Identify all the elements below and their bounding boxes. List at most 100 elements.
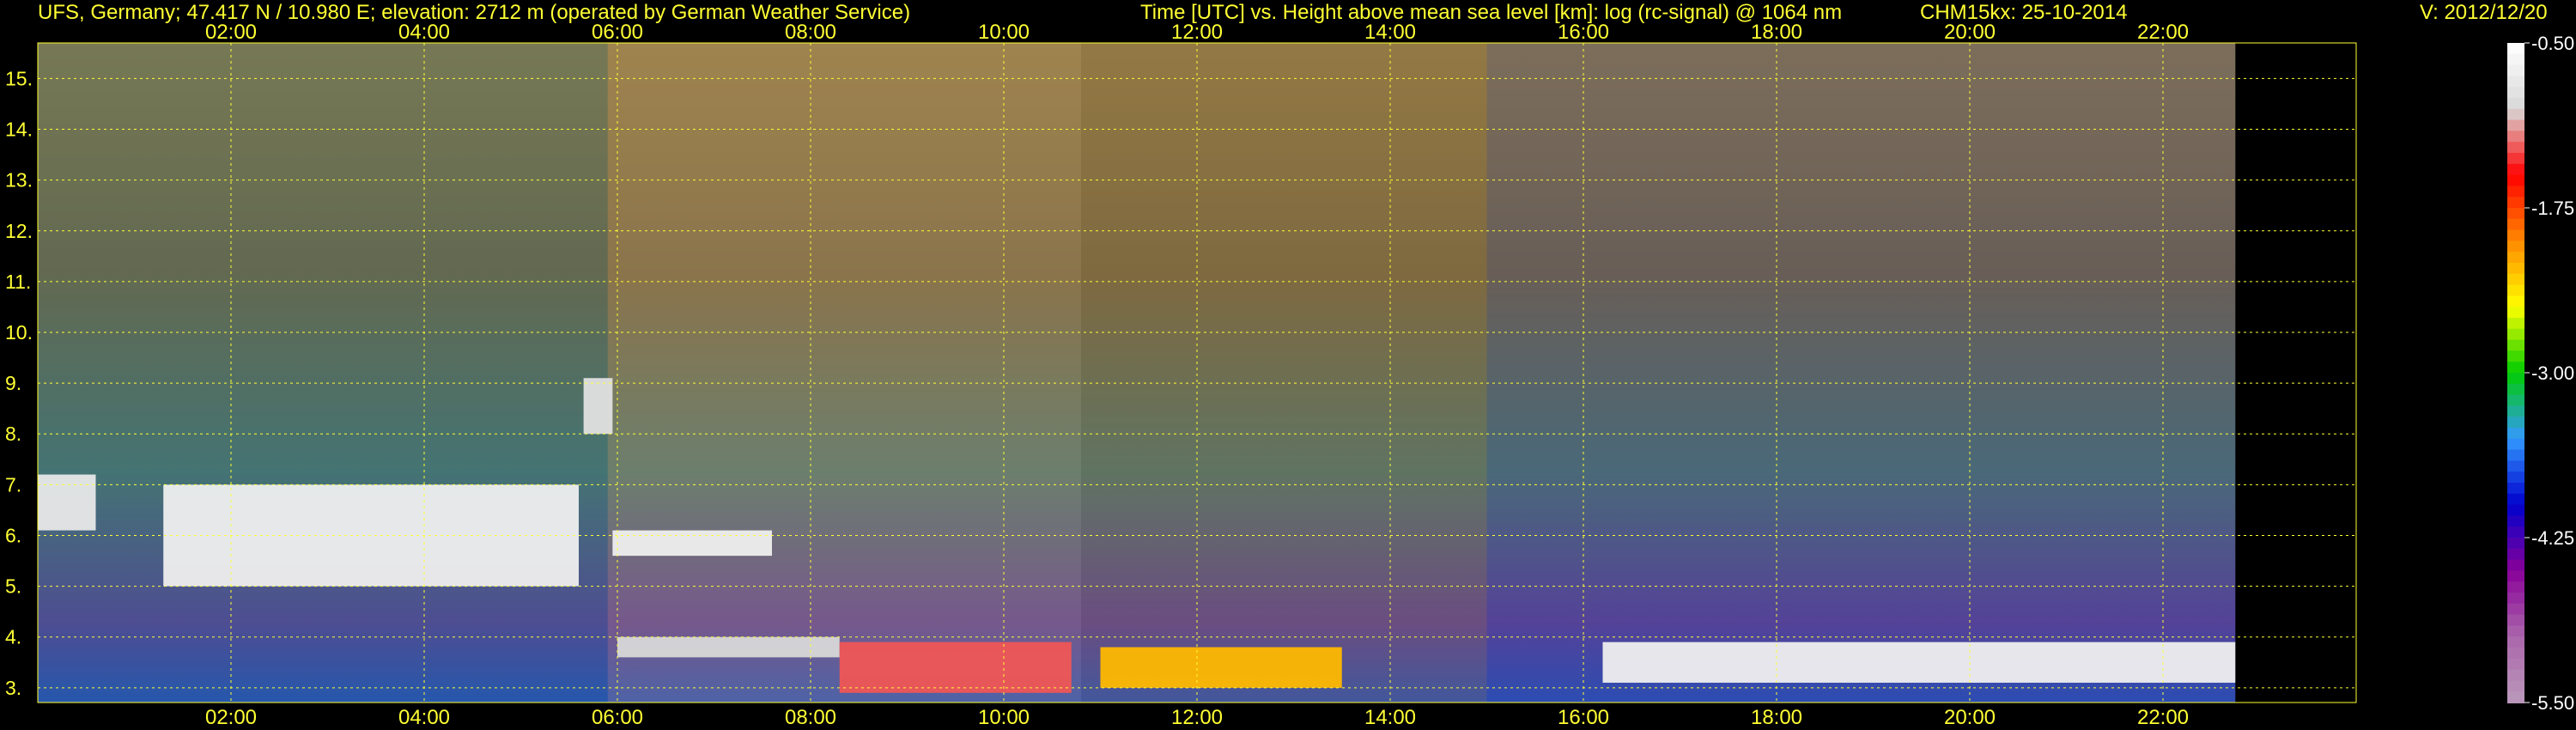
y-tick-label: 3.	[5, 677, 21, 699]
x-tick-label-bottom: 20:00	[1944, 706, 1996, 729]
colorbar-swatch	[2507, 603, 2524, 616]
colorbar-swatch	[2507, 76, 2524, 88]
x-tick-label-bottom: 04:00	[398, 706, 450, 729]
x-tick-label-top: 02:00	[205, 21, 257, 44]
colorbar-swatch	[2507, 460, 2524, 473]
colorbar-label: -3.00	[2531, 362, 2574, 384]
colorbar-swatch	[2507, 483, 2524, 495]
colorbar-swatch	[2507, 373, 2524, 385]
y-tick-label: 5.	[5, 575, 21, 598]
colorbar-swatch	[2507, 493, 2524, 506]
y-tick-label: 6.	[5, 524, 21, 546]
colorbar-swatch	[2507, 163, 2524, 176]
y-tick-label: 15.	[5, 67, 33, 89]
colorbar-swatch	[2507, 295, 2524, 308]
feature-boundary-layer-top	[1602, 642, 2236, 683]
colorbar-swatch	[2507, 208, 2524, 220]
colorbar-swatch	[2507, 87, 2524, 99]
colorbar-swatch	[2507, 328, 2524, 341]
y-tick-label: 7.	[5, 473, 21, 496]
colorbar-swatch	[2507, 581, 2524, 593]
colorbar-swatch	[2507, 658, 2524, 671]
colorbar-swatch	[2507, 504, 2524, 517]
colorbar-swatch	[2507, 515, 2524, 528]
colorbar-swatch	[2507, 252, 2524, 264]
signal-tint	[1081, 43, 1487, 703]
colorbar-swatch	[2507, 64, 2524, 77]
signal-tint	[1486, 43, 2236, 703]
y-tick-label: 11.	[5, 271, 31, 293]
colorbar-label: -5.50	[2531, 692, 2574, 714]
x-tick-label-bottom: 16:00	[1558, 706, 1609, 729]
x-tick-label-top: 08:00	[785, 21, 836, 44]
y-tick-label: 4.	[5, 626, 21, 648]
colorbar-swatch	[2507, 636, 2524, 648]
feature-cloud-layer	[38, 474, 96, 531]
colorbar-swatch	[2507, 362, 2524, 374]
colorbar-label: -4.25	[2531, 527, 2574, 549]
colorbar-swatch	[2507, 307, 2524, 319]
feature-cloud-patch	[583, 378, 613, 435]
colorbar-swatch	[2507, 218, 2524, 231]
colorbar-swatch	[2507, 119, 2524, 132]
colorbar-swatch	[2507, 417, 2524, 429]
chart-title: Time [UTC] vs. Height above mean sea lev…	[1140, 1, 1842, 24]
x-tick-label-top: 16:00	[1558, 21, 1609, 44]
x-tick-label-bottom: 22:00	[2137, 706, 2189, 729]
colorbar-swatch	[2507, 548, 2524, 561]
colorbar-swatch	[2507, 186, 2524, 198]
x-tick-label-top: 14:00	[1364, 21, 1416, 44]
x-tick-label-top: 12:00	[1171, 21, 1223, 44]
colorbar-swatch	[2507, 559, 2524, 572]
colorbar-swatch	[2507, 43, 2524, 55]
colorbar-swatch	[2507, 471, 2524, 484]
colorbar-swatch	[2507, 526, 2524, 538]
colorbar-swatch	[2507, 153, 2524, 165]
feature-boundary-layer-convection	[1100, 647, 1342, 688]
colorbar-swatch	[2507, 669, 2524, 682]
colorbar-swatch	[2507, 449, 2524, 462]
version-label: V: 2012/12/20	[2420, 1, 2548, 24]
y-tick-label: 13.	[5, 169, 33, 192]
colorbar-swatch	[2507, 648, 2524, 660]
colorbar-swatch	[2507, 570, 2524, 583]
colorbar-swatch	[2507, 350, 2524, 363]
station-info: UFS, Germany; 47.417 N / 10.980 E; eleva…	[38, 1, 910, 24]
colorbar-swatch	[2507, 108, 2524, 121]
colorbar-swatch	[2507, 273, 2524, 286]
x-tick-label-bottom: 12:00	[1171, 706, 1223, 729]
feature-boundary-layer-convection	[839, 642, 1072, 693]
x-tick-label-bottom: 18:00	[1751, 706, 1802, 729]
y-tick-label: 12.	[5, 220, 33, 242]
x-tick-label-top: 18:00	[1751, 21, 1802, 44]
ceilometer-chart: UFS, Germany; 47.417 N / 10.980 E; eleva…	[0, 0, 2576, 730]
colorbar-swatch	[2507, 691, 2524, 703]
colorbar-swatch	[2507, 680, 2524, 693]
x-tick-label-bottom: 14:00	[1364, 706, 1416, 729]
x-tick-label-bottom: 10:00	[978, 706, 1030, 729]
x-tick-label-bottom: 02:00	[205, 706, 257, 729]
feature-cloud-layer	[612, 530, 772, 557]
colorbar-swatch	[2507, 98, 2524, 110]
colorbar-swatch	[2507, 284, 2524, 297]
x-tick-label-top: 06:00	[592, 21, 643, 44]
colorbar-swatch	[2507, 53, 2524, 66]
colorbar-swatch	[2507, 394, 2524, 407]
x-tick-label-bottom: 06:00	[592, 706, 643, 729]
y-tick-label: 10.	[5, 321, 33, 344]
signal-tint	[607, 43, 1081, 703]
colorbar-label: -0.50	[2531, 33, 2574, 54]
y-tick-label: 8.	[5, 423, 21, 445]
colorbar-swatch	[2507, 339, 2524, 352]
colorbar-swatch	[2507, 593, 2524, 605]
colorbar-swatch	[2507, 428, 2524, 440]
colorbar-label: -1.75	[2531, 198, 2574, 219]
colorbar-swatch	[2507, 405, 2524, 418]
colorbar-swatch	[2507, 625, 2524, 638]
x-tick-label-top: 10:00	[978, 21, 1030, 44]
colorbar-swatch	[2507, 142, 2524, 154]
colorbar-swatch	[2507, 197, 2524, 209]
y-tick-label: 9.	[5, 372, 21, 394]
no-data-region	[2235, 43, 2356, 703]
feature-boundary-layer-top	[617, 636, 840, 658]
